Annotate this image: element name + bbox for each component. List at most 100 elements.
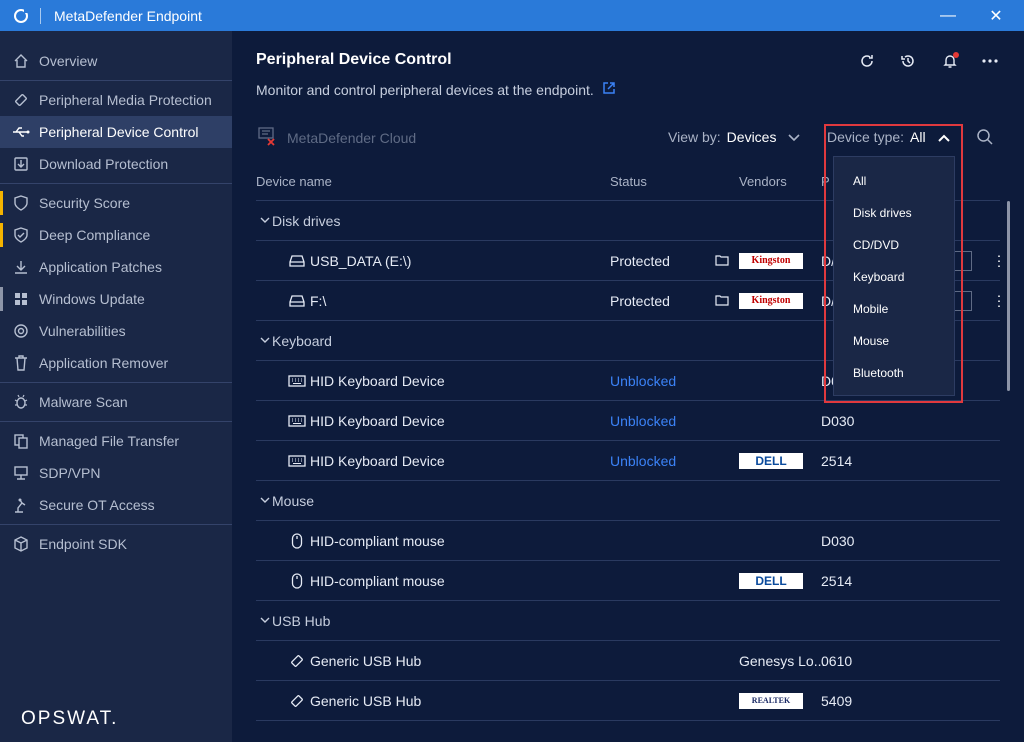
sidebar-divider (0, 80, 232, 81)
cloud-disconnected-icon (258, 126, 278, 149)
subtitle-text: Monitor and control peripheral devices a… (256, 81, 594, 98)
device-status[interactable]: Unblocked (610, 413, 676, 429)
refresh-icon[interactable] (856, 50, 878, 72)
device-name: F:\ (310, 292, 327, 309)
device-name: HID-compliant mouse (310, 532, 445, 549)
view-by-dropdown[interactable]: View by: Devices (668, 129, 801, 145)
sidebar-item-windows-update[interactable]: Windows Update (0, 283, 232, 315)
sidebar-item-label: Deep Compliance (39, 227, 151, 243)
group-row-mouse[interactable]: Mouse (256, 481, 1000, 521)
close-button[interactable]: ✕ (974, 0, 1018, 31)
sidebar-item-peripheral-media-protection[interactable]: Peripheral Media Protection (0, 84, 232, 116)
sidebar-item-label: Peripheral Media Protection (39, 92, 212, 108)
device-name: HID-compliant mouse (310, 572, 445, 589)
sidebar-item-overview[interactable]: Overview (0, 45, 232, 77)
sidebar-item-label: Peripheral Device Control (39, 124, 199, 140)
sidebar-item-application-patches[interactable]: Application Patches (0, 251, 232, 283)
mouse-icon (288, 572, 306, 589)
chevron-down-icon (260, 615, 270, 627)
dropdown-highlight-box (824, 124, 963, 403)
sidebar-item-application-remover[interactable]: Application Remover (0, 347, 232, 379)
sidebar-item-malware-scan[interactable]: Malware Scan (0, 386, 232, 418)
table-row[interactable]: HID Keyboard Device Unblocked DELL 2514 (256, 441, 1000, 481)
vulnerability-icon (12, 322, 30, 340)
table-row[interactable]: Generic USB Hub REALTEK 5409 (256, 681, 1000, 721)
search-icon[interactable] (976, 128, 994, 151)
bell-icon[interactable] (939, 50, 961, 72)
usb-hub-icon (288, 694, 306, 708)
column-device-name[interactable]: Device name (256, 174, 332, 189)
windows-icon (12, 290, 30, 308)
device-status: Protected (610, 252, 670, 269)
vendor-logo: REALTEK (739, 692, 803, 709)
history-icon[interactable] (897, 50, 919, 72)
column-status[interactable]: Status (610, 174, 647, 189)
sidebar-item-label: Windows Update (39, 291, 145, 307)
patch-download-icon (12, 258, 30, 276)
notification-dot (953, 52, 959, 58)
cloud-label: MetaDefender Cloud (287, 129, 417, 146)
group-name: Mouse (272, 492, 315, 509)
sidebar-item-deep-compliance[interactable]: Deep Compliance (0, 219, 232, 251)
download-protection-icon (12, 155, 30, 173)
title-separator (40, 7, 41, 24)
keyboard-icon (288, 454, 306, 468)
chevron-down-icon (788, 129, 801, 145)
metadefender-cloud-status[interactable]: MetaDefender Cloud (258, 126, 416, 149)
product-id: 2514 (821, 452, 853, 469)
scrollbar[interactable] (1007, 201, 1010, 391)
device-name: HID Keyboard Device (310, 412, 445, 429)
sidebar: Overview Peripheral Media Protection Per… (0, 31, 232, 742)
sidebar-divider (0, 421, 232, 422)
sidebar-item-endpoint-sdk[interactable]: Endpoint SDK (0, 528, 232, 560)
cube-icon (12, 535, 30, 553)
shield-icon (12, 194, 30, 212)
row-menu-icon[interactable]: ⋮ (992, 252, 1006, 269)
product-id: 0610 (821, 652, 853, 669)
file-transfer-icon (12, 432, 30, 450)
sidebar-item-sdp-vpn[interactable]: SDP/VPN (0, 457, 232, 489)
sidebar-item-vulnerabilities[interactable]: Vulnerabilities (0, 315, 232, 347)
row-menu-icon[interactable]: ⋮ (992, 292, 1006, 309)
sidebar-item-download-protection[interactable]: Download Protection (0, 148, 232, 180)
sidebar-item-secure-ot-access[interactable]: Secure OT Access (0, 489, 232, 521)
bug-icon (12, 393, 30, 411)
device-status[interactable]: Unblocked (610, 453, 676, 469)
table-row[interactable]: Generic USB Hub Genesys Lo... 0610 (256, 641, 1000, 681)
group-name: Disk drives (272, 212, 341, 229)
vendor-name: Genesys Lo... (739, 652, 826, 669)
group-name: USB Hub (272, 612, 331, 629)
group-row-usb-hub[interactable]: USB Hub (256, 601, 1000, 641)
sidebar-item-label: SDP/VPN (39, 465, 101, 481)
keyboard-icon (288, 374, 306, 388)
device-status[interactable]: Unblocked (610, 373, 676, 389)
window-title: MetaDefender Endpoint (54, 7, 202, 24)
more-options-icon[interactable] (979, 50, 1001, 72)
device-name: USB_DATA (E:\) (310, 252, 412, 269)
table-row[interactable]: HID-compliant mouse D030 (256, 521, 1000, 561)
usb-icon (12, 123, 30, 141)
vendor-logo: Kingston (739, 252, 803, 269)
trash-icon (12, 354, 30, 372)
table-row[interactable]: HID-compliant mouse DELL 2514 (256, 561, 1000, 601)
folder-icon[interactable] (715, 293, 729, 309)
title-bar: MetaDefender Endpoint — ✕ (0, 0, 1024, 31)
check-shield-icon (12, 226, 30, 244)
network-icon (12, 464, 30, 482)
minimize-button[interactable]: — (926, 0, 970, 31)
usb-stick-icon (12, 91, 30, 109)
sidebar-item-managed-file-transfer[interactable]: Managed File Transfer (0, 425, 232, 457)
sidebar-item-label: Application Patches (39, 259, 162, 275)
external-link-icon[interactable] (602, 81, 616, 98)
table-row[interactable]: HID Keyboard Device Unblocked D030 (256, 401, 1000, 441)
opswat-logo: OPSWAT. (21, 708, 119, 729)
vendor-logo: DELL (739, 452, 803, 469)
column-vendors[interactable]: Vendors (739, 174, 787, 189)
robot-arm-icon (12, 496, 30, 514)
view-by-label: View by: (668, 129, 721, 145)
sidebar-item-label: Managed File Transfer (39, 433, 180, 449)
sidebar-item-security-score[interactable]: Security Score (0, 187, 232, 219)
page-subtitle: Monitor and control peripheral devices a… (256, 81, 616, 98)
folder-icon[interactable] (715, 253, 729, 269)
sidebar-item-peripheral-device-control[interactable]: Peripheral Device Control (0, 116, 232, 148)
